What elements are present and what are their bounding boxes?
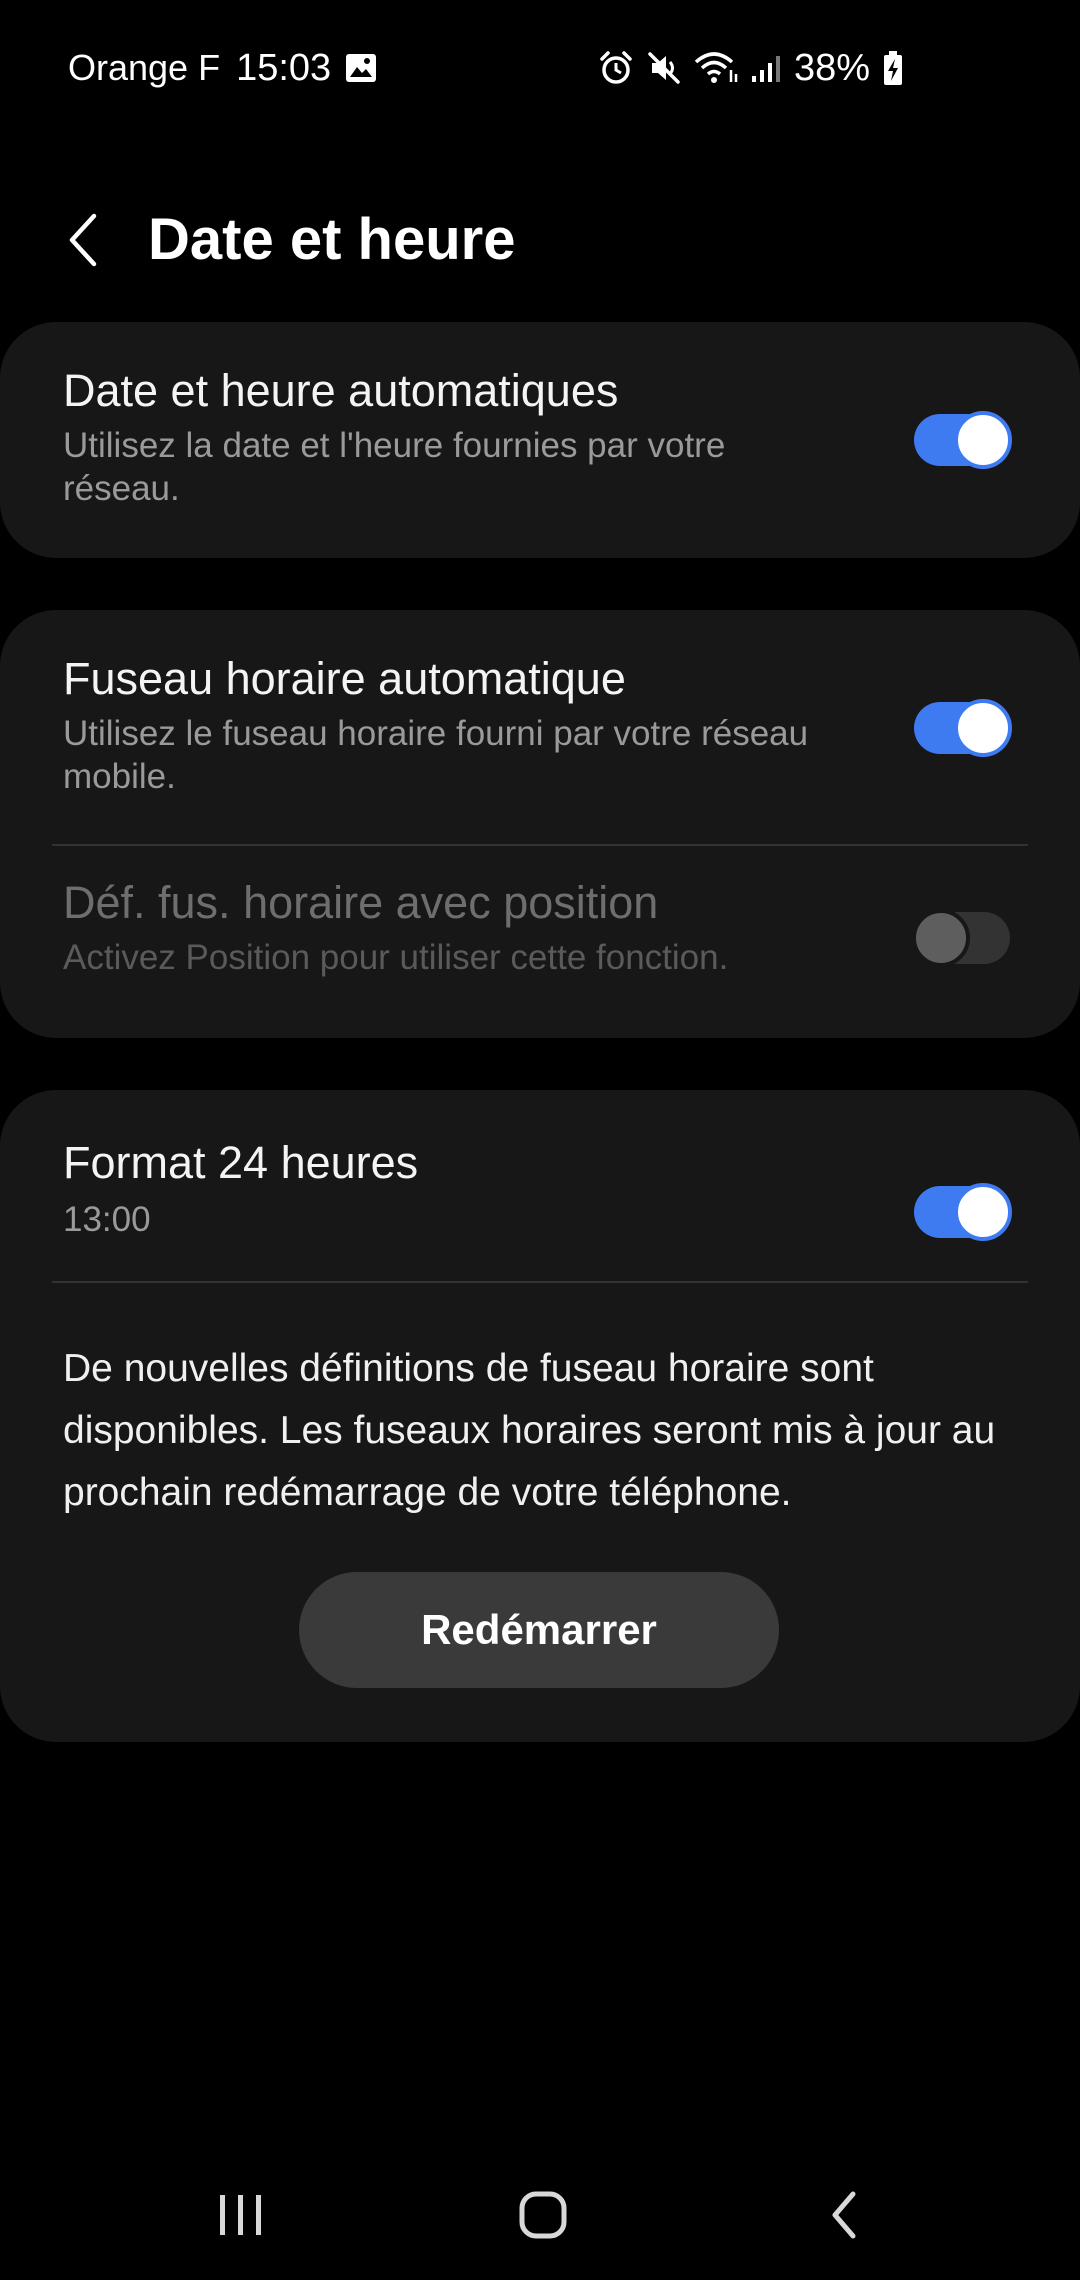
wifi-icon — [694, 50, 738, 86]
timezone-update-notice: De nouvelles définitions de fuseau horai… — [63, 1347, 996, 1514]
recents-button[interactable] — [196, 2170, 286, 2260]
toggle-knob — [912, 909, 970, 967]
carrier-name: Orange F — [68, 47, 221, 88]
timezone-location-subtitle: Activez Position pour utiliser cette fon… — [63, 938, 729, 977]
nav-back-button[interactable] — [800, 2170, 890, 2260]
auto-datetime-row[interactable]: Date et heure automatiques Utilisez la d… — [0, 322, 1080, 558]
back-icon — [832, 2191, 856, 2239]
battery-percent: 38% — [793, 46, 870, 89]
auto-datetime-subtitle: Utilisez la date et l'heure fournies par… — [63, 426, 726, 508]
back-button[interactable] — [52, 208, 116, 272]
restart-button[interactable]: Redémarrer — [299, 1572, 779, 1688]
auto-timezone-title: Fuseau horaire automatique — [63, 653, 626, 704]
toggle-knob — [954, 699, 1012, 757]
timezone-location-title: Déf. fus. horaire avec position — [63, 877, 659, 928]
auto-datetime-card: Date et heure automatiques Utilisez la d… — [0, 322, 1080, 558]
header: Date et heure — [0, 190, 1080, 290]
status-bar: Orange F 15:03 38% — [0, 0, 1080, 130]
format-24h-title: Format 24 heures — [63, 1137, 419, 1188]
auto-timezone-subtitle: Utilisez le fuseau horaire fourni par vo… — [63, 714, 809, 796]
recents-icon — [220, 2195, 261, 2235]
auto-timezone-toggle[interactable] — [914, 699, 1012, 757]
battery-charging-icon — [882, 50, 904, 86]
status-bar-right: 38% — [598, 40, 904, 96]
home-icon — [519, 2191, 567, 2239]
format-24h-toggle[interactable] — [914, 1183, 1012, 1241]
toggle-knob — [954, 1183, 1012, 1241]
auto-datetime-title: Date et heure automatiques — [63, 365, 619, 416]
auto-datetime-toggle[interactable] — [914, 411, 1012, 469]
format-24h-row[interactable]: Format 24 heures 13:00 — [0, 1090, 1080, 1282]
format-24h-subtitle: 13:00 — [63, 1200, 151, 1239]
timezone-card: Fuseau horaire automatique Utilisez le f… — [0, 610, 1080, 1038]
timezone-location-row[interactable]: Déf. fus. horaire avec position Activez … — [0, 846, 1080, 1038]
status-bar-left: Orange F 15:03 — [68, 40, 377, 96]
image-icon — [345, 53, 377, 83]
format-card: Format 24 heures 13:00 De nouvelles défi… — [0, 1090, 1080, 1742]
divider — [52, 1281, 1028, 1283]
page-title: Date et heure — [148, 207, 516, 272]
alarm-icon — [598, 50, 634, 86]
mute-icon — [646, 50, 682, 86]
navigation-bar — [0, 2150, 1080, 2280]
signal-icon — [750, 52, 782, 84]
status-time: 15:03 — [236, 46, 332, 89]
home-button[interactable] — [498, 2170, 588, 2260]
toggle-knob — [954, 411, 1012, 469]
auto-timezone-row[interactable]: Fuseau horaire automatique Utilisez le f… — [0, 610, 1080, 846]
chevron-left-icon — [69, 213, 97, 267]
timezone-location-toggle[interactable] — [912, 909, 1010, 967]
